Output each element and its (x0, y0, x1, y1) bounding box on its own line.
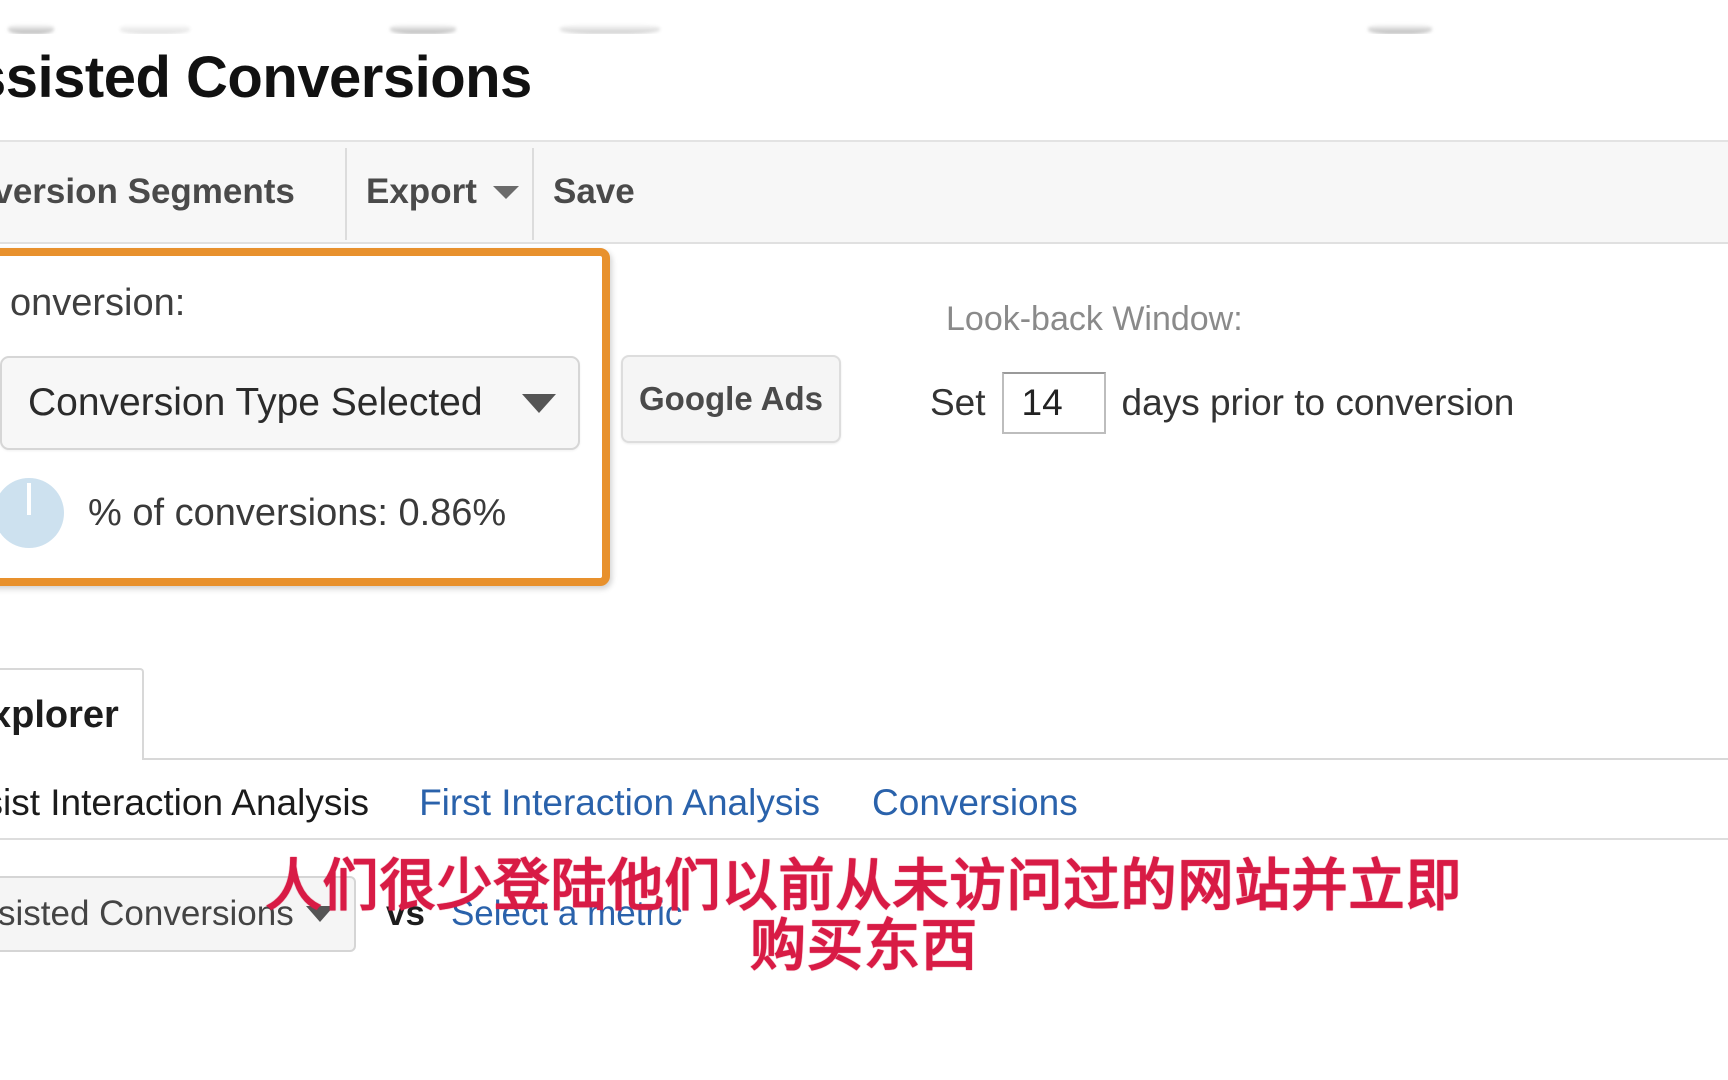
link-assist-interaction-analysis[interactable]: ssist Interaction Analysis (0, 782, 369, 824)
subtitle-line-1: 人们很少登陆他们以前从未访问过的网站并立即 (265, 854, 1463, 917)
conversion-type-highlight-panel: onversion: Conversion Type Selected % of… (0, 248, 610, 586)
report-toolbar: nversion Segments Export Save (0, 140, 1728, 244)
metric-row-divider (0, 838, 1728, 840)
analysis-links: ssist Interaction Analysis First Interac… (0, 782, 1130, 824)
link-conversions[interactable]: Conversions (872, 782, 1078, 824)
subtitle-line-2: 购买东西 (750, 913, 978, 977)
conversion-segments-button[interactable]: nversion Segments (0, 142, 295, 242)
save-label: Save (553, 172, 635, 211)
toolbar-divider-2 (532, 148, 534, 240)
lookback-window-control: Set 14 days prior to conversion (930, 372, 1514, 434)
toolbar-divider-1 (345, 148, 347, 240)
conversion-segments-label: nversion Segments (0, 172, 295, 211)
tabstrip-underline (142, 758, 1728, 760)
google-ads-label: Google Ads (639, 380, 823, 417)
tab-explorer[interactable]: xplorer (0, 668, 144, 760)
lookback-days-input[interactable]: 14 (1001, 372, 1106, 434)
google-ads-chip[interactable]: Google Ads (621, 355, 841, 443)
explorer-tabstrip: xplorer (0, 668, 1728, 764)
lookback-prefix: Set (930, 382, 986, 423)
link-first-interaction-analysis[interactable]: First Interaction Analysis (419, 782, 820, 824)
clipped-top-row (0, 0, 1728, 34)
lookback-suffix: days prior to conversion (1121, 382, 1515, 423)
conversion-panel-label: onversion: (10, 282, 186, 324)
page-title: ssisted Conversions (0, 45, 532, 110)
pie-chart-icon (0, 478, 64, 548)
conversion-type-select[interactable]: Conversion Type Selected (0, 356, 580, 450)
lookback-window-label: Look-back Window: (946, 300, 1243, 338)
chevron-down-icon (492, 185, 519, 199)
conversion-percentage-row: % of conversions: 0.86% (0, 478, 506, 548)
subtitle-overlay: 人们很少登陆他们以前从未访问过的网站并立即 购买东西 (0, 856, 1728, 976)
conversion-percentage-text: % of conversions: 0.86% (88, 491, 507, 534)
tab-explorer-label: xplorer (0, 693, 119, 736)
export-label: Export (366, 172, 477, 211)
export-button[interactable]: Export (366, 142, 519, 242)
chevron-down-icon (522, 393, 556, 413)
save-button[interactable]: Save (553, 142, 635, 242)
conversion-type-value: Conversion Type Selected (28, 381, 483, 424)
